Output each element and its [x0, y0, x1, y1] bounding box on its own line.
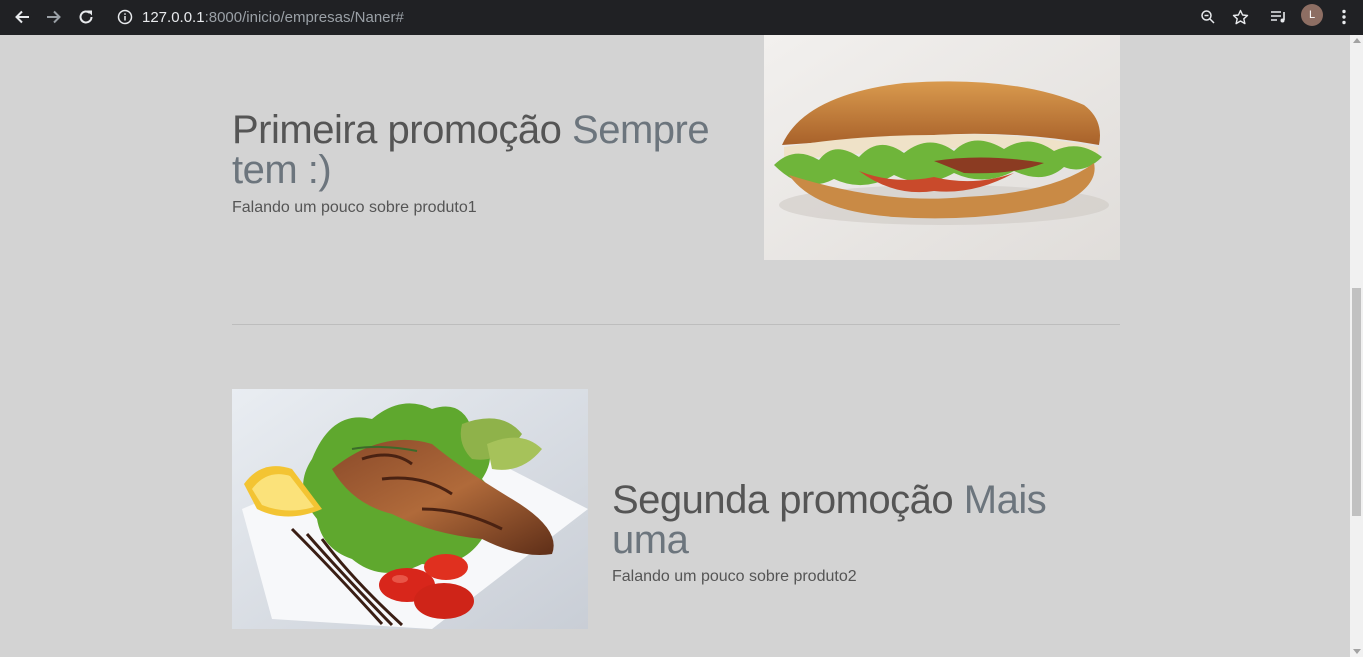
url-text: 127.0.0.1:8000/inicio/empresas/Naner#	[142, 9, 404, 26]
playlist-icon	[1271, 11, 1285, 23]
url-path: :8000/inicio/empresas/Naner#	[204, 8, 404, 26]
media-control-button[interactable]	[1266, 4, 1292, 30]
sandwich-image	[764, 35, 1120, 260]
featurette-heading-2-main: Segunda promoção	[612, 478, 954, 522]
scroll-down-arrow-icon[interactable]	[1353, 649, 1361, 654]
zoom-icon	[1201, 10, 1215, 24]
star-icon	[1232, 9, 1248, 24]
scroll-up-arrow-icon[interactable]	[1353, 38, 1361, 43]
featurette-heading-1-main: Primeira promoção	[232, 108, 562, 152]
browser-toolbar: 127.0.0.1:8000/inicio/empresas/Naner# L	[0, 0, 1363, 35]
back-arrow-icon	[15, 10, 29, 24]
url-host: 127.0.0.1	[142, 8, 205, 26]
profile-initial: L	[1308, 9, 1316, 21]
page-viewport: Primeira promoção Sempre tem :) Falando …	[0, 35, 1350, 657]
featurette-heading-2: Segunda promoção Mais uma	[612, 480, 1112, 560]
address-bar[interactable]: 127.0.0.1:8000/inicio/empresas/Naner#	[117, 6, 404, 28]
forward-arrow-icon	[47, 10, 61, 24]
zoom-button[interactable]	[1195, 4, 1221, 30]
page-scrollbar[interactable]	[1350, 35, 1363, 657]
profile-avatar[interactable]: L	[1301, 4, 1323, 26]
info-icon[interactable]	[117, 9, 133, 25]
browser-menu-button[interactable]	[1331, 4, 1357, 30]
reload-icon	[79, 10, 93, 24]
forward-button[interactable]	[41, 4, 67, 30]
salmon-plate-image	[232, 389, 588, 629]
more-vert-icon	[1342, 9, 1346, 25]
back-button[interactable]	[9, 4, 35, 30]
bookmark-button[interactable]	[1227, 4, 1253, 30]
featurette-heading-1: Primeira promoção Sempre tem :)	[232, 110, 732, 190]
featurette-lead-2: Falando um pouco sobre produto2	[612, 568, 857, 585]
featurette-lead-1: Falando um pouco sobre produto1	[232, 199, 477, 216]
featurette-divider	[232, 324, 1120, 325]
reload-button[interactable]	[73, 4, 99, 30]
scrollbar-thumb[interactable]	[1352, 288, 1361, 516]
